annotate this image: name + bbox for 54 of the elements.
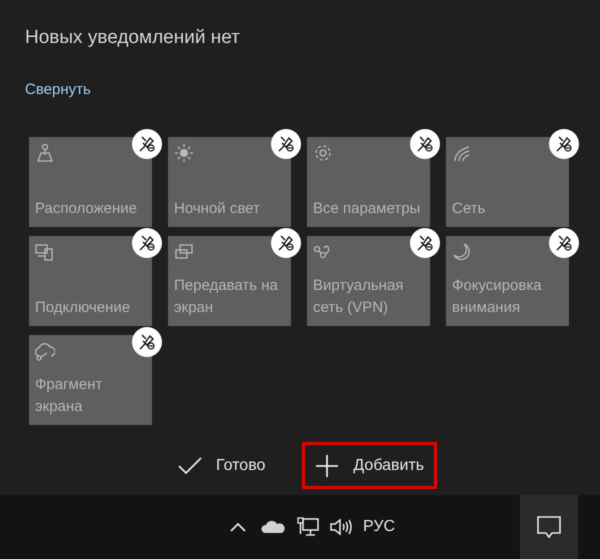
- tile-label: Виртуальная сеть (VPN): [313, 276, 404, 318]
- unpin-button[interactable]: [132, 327, 162, 357]
- network-icon[interactable]: [297, 517, 319, 537]
- devices-icon: [35, 242, 55, 262]
- collapse-link[interactable]: Свернуть: [25, 79, 91, 101]
- cloud-icon[interactable]: [261, 520, 285, 534]
- tile-label: Подключение: [35, 298, 132, 318]
- plus-icon: [315, 454, 340, 478]
- unpin-button[interactable]: [410, 129, 440, 159]
- unpin-button[interactable]: [549, 228, 579, 258]
- done-button[interactable]: Готово: [165, 442, 278, 489]
- unpin-icon: [277, 135, 295, 153]
- add-button[interactable]: Добавить: [302, 442, 438, 489]
- quick-action-tile[interactable]: Все параметры: [307, 137, 430, 227]
- tile-label: Передавать на экран: [174, 276, 279, 318]
- tile-label: Фокусировка внимания: [452, 276, 543, 318]
- tile-label: Расположение: [35, 199, 138, 219]
- tile-label: Все параметры: [313, 199, 422, 219]
- gear-icon: [313, 143, 333, 163]
- chevron-up-icon[interactable]: [229, 521, 247, 533]
- unpin-button[interactable]: [410, 228, 440, 258]
- quick-action-tile[interactable]: Фокусировка внимания: [446, 236, 569, 326]
- speech-bubble-icon: [536, 515, 562, 539]
- unpin-button[interactable]: [549, 129, 579, 159]
- moon-icon: [452, 242, 472, 262]
- notification-header: Новых уведомлений нет: [25, 26, 241, 50]
- unpin-button[interactable]: [132, 129, 162, 159]
- checkmark-icon: [178, 456, 202, 474]
- unpin-icon: [138, 135, 156, 153]
- unpin-icon: [277, 234, 295, 252]
- sun-icon: [174, 143, 194, 163]
- speaker-icon[interactable]: [329, 517, 353, 537]
- unpin-icon: [138, 234, 156, 252]
- map-pin-icon: [35, 143, 55, 163]
- unpin-icon: [555, 234, 573, 252]
- unpin-icon: [416, 135, 434, 153]
- tile-label: Фрагмент экрана: [35, 375, 104, 417]
- quick-action-tile[interactable]: Расположение: [29, 137, 152, 227]
- quick-action-tile[interactable]: Сеть: [446, 137, 569, 227]
- unpin-button[interactable]: [271, 228, 301, 258]
- unpin-icon: [138, 333, 156, 351]
- unpin-icon: [555, 135, 573, 153]
- quick-action-tile[interactable]: Фрагмент экрана: [29, 335, 152, 425]
- unpin-icon: [416, 234, 434, 252]
- unpin-button[interactable]: [271, 129, 301, 159]
- quick-action-tile[interactable]: Ночной свет: [168, 137, 291, 227]
- language-indicator[interactable]: РУС: [363, 515, 396, 539]
- quick-action-tile[interactable]: Подключение: [29, 236, 152, 326]
- tile-label: Ночной свет: [174, 199, 261, 219]
- action-center-button[interactable]: [520, 495, 578, 559]
- quick-action-tile[interactable]: Виртуальная сеть (VPN): [307, 236, 430, 326]
- unpin-button[interactable]: [132, 228, 162, 258]
- quick-action-tile[interactable]: Передавать на экран: [168, 236, 291, 326]
- tile-label: Сеть: [452, 199, 486, 219]
